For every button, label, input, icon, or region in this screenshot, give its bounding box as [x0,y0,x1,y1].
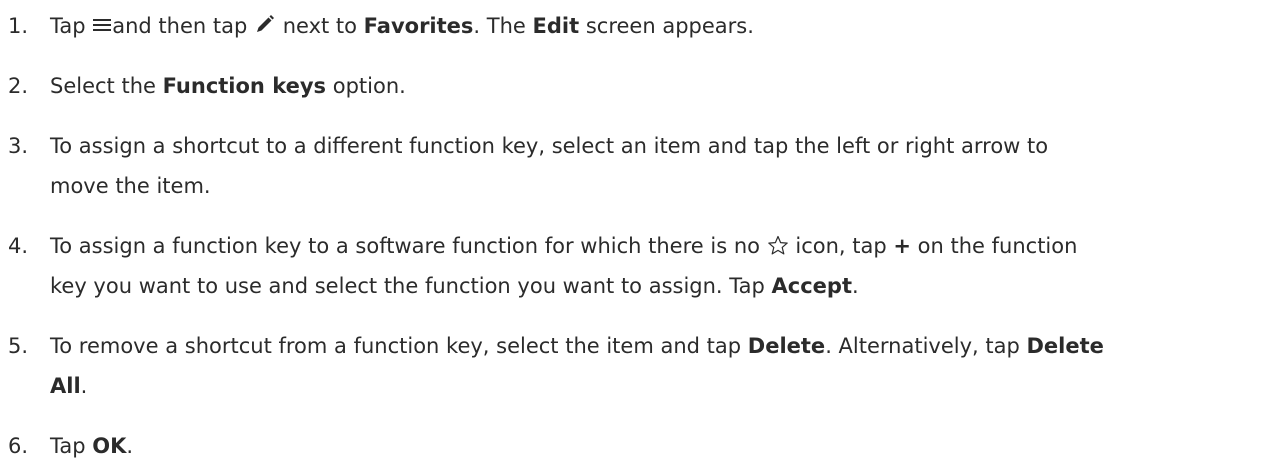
step-text: Tap and then tap next to Favorites. The … [50,14,754,38]
step-number: 5. [8,334,29,358]
pencil-icon [254,15,276,35]
menu-icon [92,17,112,33]
step-text: Tap OK. [50,434,134,458]
favorites-label: Favorites [363,14,474,38]
ok-label: OK [92,434,127,458]
delete-all-label-part2: All [50,374,81,398]
step-number: 1. [8,14,29,38]
delete-label: Delete [747,334,826,358]
step-text: Select the Function keys option. [50,74,406,98]
accept-label: Accept [771,274,852,298]
function-keys-label: Function keys [162,74,327,98]
delete-all-label-part1: Delete [1026,334,1104,358]
step-number: 4. [8,234,29,258]
step-number: 2. [8,74,29,98]
step-text: To remove a shortcut from a function key… [50,334,1104,398]
step-text: To assign a shortcut to a different func… [50,134,1049,198]
plus-label: + [893,234,911,258]
step-text: To assign a function key to a software f… [50,234,1078,298]
star-outline-icon [767,235,789,256]
edit-label: Edit [532,14,580,38]
step-number: 6. [8,434,29,458]
instruction-list: 1. Tap and then tap next to Favorites. T… [0,0,1277,475]
step-number: 3. [8,134,29,158]
